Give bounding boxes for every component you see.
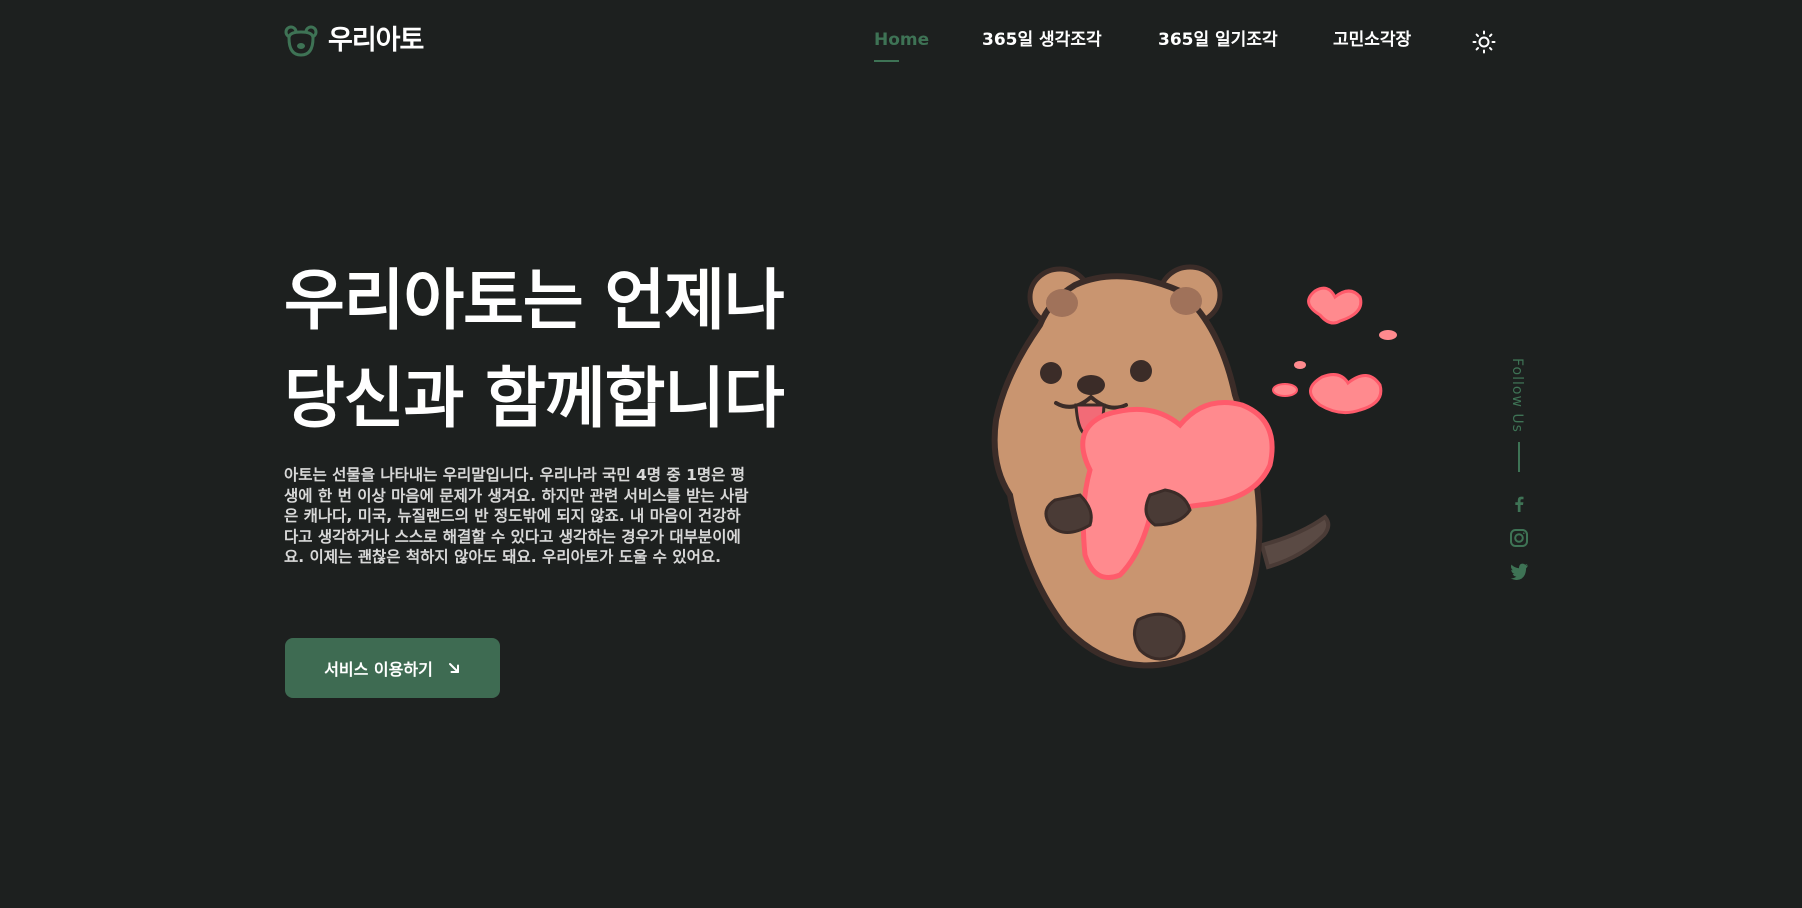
nav-item-home[interactable]: Home — [874, 28, 930, 62]
main-nav: Home 365일 생각조각 365일 일기조각 고민소각장 — [0, 28, 1802, 68]
arrow-down-right-icon — [448, 663, 459, 673]
site-header: 우리아토 Home 365일 생각조각 365일 일기조각 고민소각장 — [0, 0, 1802, 84]
nav-item-label: Home — [874, 30, 930, 50]
nav-item-diary-pieces[interactable]: 365일 일기조각 — [1158, 28, 1278, 52]
hero-description: 아토는 선물을 나타내는 우리말입니다. 우리나라 국민 4명 중 1명은 평생… — [284, 466, 749, 566]
twitter-icon[interactable] — [1509, 561, 1529, 581]
hero-title: 우리아토는 언제나 당신과 함께합니다 — [284, 252, 785, 448]
instagram-icon[interactable] — [1509, 528, 1529, 548]
follow-us-bar: Follow Us — [1505, 358, 1535, 588]
follow-us-label: Follow Us — [1509, 358, 1525, 433]
follow-divider — [1518, 442, 1520, 472]
facebook-icon[interactable] — [1509, 494, 1529, 514]
nav-item-label: 365일 생각조각 — [982, 30, 1102, 50]
nav-item-label: 고민소각장 — [1333, 30, 1412, 50]
nav-item-label: 365일 일기조각 — [1158, 30, 1278, 50]
use-service-button[interactable]: 서비스 이용하기 — [285, 638, 500, 698]
active-nav-indicator — [874, 60, 899, 62]
nav-item-worry-incinerator[interactable]: 고민소각장 — [1333, 28, 1411, 52]
hero-title-line: 우리아토는 언제나 — [284, 262, 785, 339]
hero-title-line: 당신과 함께합니다 — [284, 360, 785, 437]
quokka-illustration — [991, 264, 1397, 669]
use-service-label: 서비스 이용하기 — [324, 660, 433, 679]
sun-icon — [1472, 30, 1496, 54]
nav-item-thought-pieces[interactable]: 365일 생각조각 — [982, 28, 1102, 52]
theme-toggle-button[interactable] — [1470, 28, 1498, 56]
